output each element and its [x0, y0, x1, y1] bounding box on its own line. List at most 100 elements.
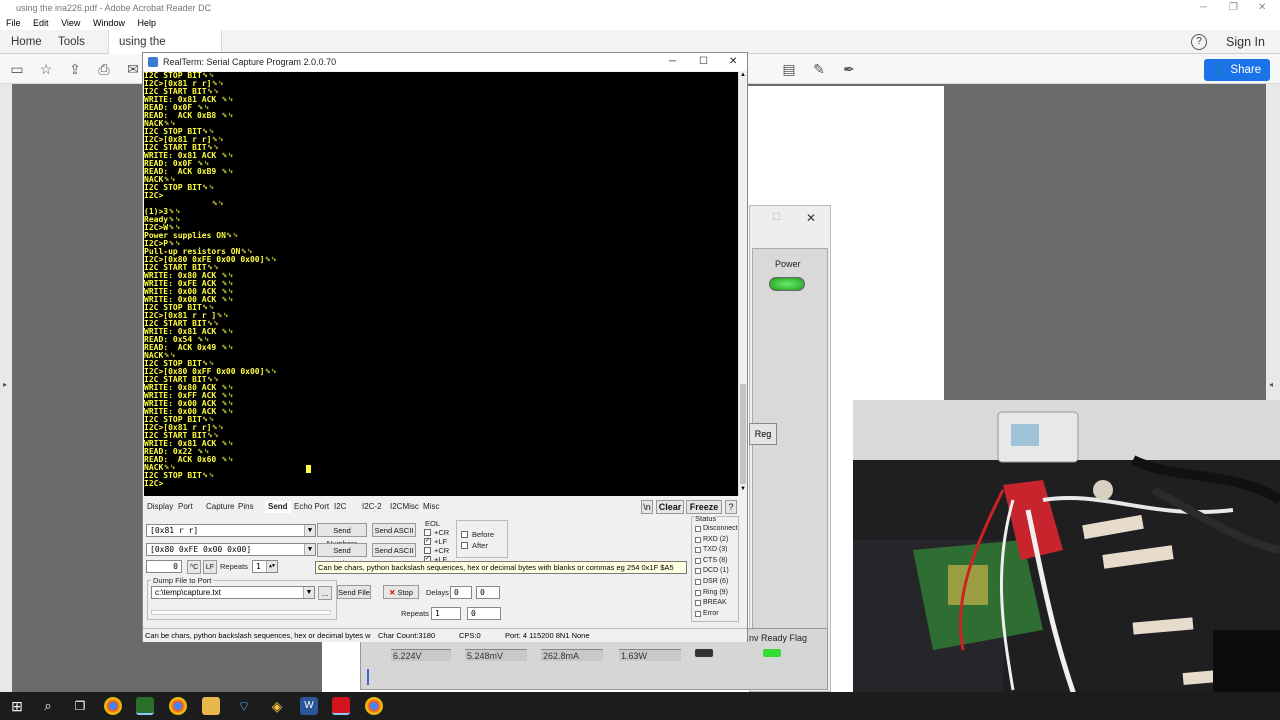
acrobat-tab-bar: Home Tools using the ina226.pdf × ? Sign… [0, 30, 1280, 72]
tab-capture[interactable]: Capture [206, 501, 234, 513]
realterm-app-icon [148, 57, 158, 67]
send-numbers-button-2[interactable]: Send Numbers [317, 543, 367, 568]
stop-button[interactable]: ✕ Stop [383, 585, 419, 599]
menu-view[interactable]: View [61, 18, 80, 28]
help-button[interactable]: ? [725, 500, 737, 514]
close-icon[interactable]: ✕ [1258, 0, 1266, 16]
number-input-value: 0 [173, 562, 178, 571]
minimize-icon[interactable]: ─ [1200, 0, 1207, 16]
restore-icon[interactable]: ❐ [1229, 0, 1238, 16]
print-icon[interactable]: ⎙ [95, 60, 113, 78]
after-checkbox[interactable] [461, 542, 468, 549]
app-icon[interactable]: ◈ [268, 697, 286, 715]
freeze-button[interactable]: Freeze [686, 500, 722, 514]
lf-checkbox-1[interactable]: ✓ [424, 538, 431, 545]
send-ascii-button-1[interactable]: Send ASCII [372, 523, 416, 537]
tab-display[interactable]: Display [147, 501, 173, 513]
chrome-icon-2[interactable] [169, 697, 187, 715]
scroll-thumb[interactable] [740, 384, 746, 484]
clear-button[interactable]: Clear [656, 500, 684, 514]
scroll-up-icon[interactable]: ▲ [740, 72, 746, 78]
bookmark-star-icon[interactable]: ☆ [37, 60, 55, 78]
terminal-line: I2C STOP BIT␍␊ [144, 127, 215, 136]
send-ascii-button-2[interactable]: Send ASCII [372, 543, 416, 557]
status-indicator [695, 600, 701, 607]
share-button[interactable]: 👤 Share [1204, 59, 1270, 81]
rt-maximize-icon[interactable]: ☐ [699, 53, 708, 71]
expand-left-icon[interactable]: ▸ [3, 380, 7, 389]
spinner-icon[interactable]: ▲▼ [266, 561, 277, 572]
terminal-output[interactable]: I2C STOP BIT␍␊ I2C>[0x81 r r]␍␊ I2C START … [144, 72, 738, 496]
email-icon[interactable]: ✉ [124, 60, 142, 78]
before-after-group [456, 520, 508, 558]
task-view-icon[interactable]: ❐ [71, 697, 89, 715]
chevron-down-icon[interactable]: ▼ [304, 544, 315, 555]
status-indicator [695, 568, 701, 575]
upload-icon[interactable]: ⇪ [66, 60, 84, 78]
tab-send[interactable]: Send [265, 501, 291, 513]
collapse-right-icon[interactable]: ◂ [1269, 380, 1273, 389]
tab-i2cmisc[interactable]: I2CMisc [390, 501, 419, 513]
chevron-down-icon[interactable]: ▼ [303, 587, 314, 598]
lf-button[interactable]: LF [203, 560, 217, 574]
menu-edit[interactable]: Edit [33, 18, 49, 28]
save-icon[interactable]: ▭ [8, 60, 26, 78]
network-icon[interactable]: ⌔ [235, 697, 253, 715]
gui-restore-icon[interactable]: ☐ [772, 212, 781, 223]
tab-echo-port[interactable]: Echo Port [294, 501, 329, 513]
send-field-1[interactable]: [0x81 r r] ▼ [146, 524, 316, 537]
left-panel-rail[interactable]: ▸ [0, 84, 12, 696]
chrome-icon-3[interactable] [365, 697, 383, 715]
tab-i2c[interactable]: I2C [334, 501, 346, 513]
delay-2-spinner[interactable]: 0 [476, 586, 500, 599]
status-item-label: Ring (9) [703, 588, 728, 596]
ctrl-c-button[interactable]: ^C [187, 560, 201, 574]
camera-photo [853, 400, 1280, 720]
tab-port[interactable]: Port [178, 501, 193, 513]
sign-in-link[interactable]: Sign In [1226, 30, 1265, 54]
file-explorer-icon[interactable] [202, 697, 220, 715]
before-checkbox[interactable] [461, 531, 468, 538]
number-input[interactable]: 0 [146, 560, 182, 573]
windows-start-icon[interactable]: ⊞ [8, 697, 26, 715]
delay-1-spinner[interactable]: 0 [450, 586, 472, 599]
tab-document[interactable]: using the ina226.pdf × [108, 30, 222, 72]
send-file-button[interactable]: Send File [337, 585, 371, 599]
rt-close-icon[interactable]: ✕ [729, 53, 737, 71]
help-icon[interactable]: ? [1191, 34, 1207, 50]
menu-window[interactable]: Window [93, 18, 125, 28]
cr-checkbox-1[interactable] [424, 529, 431, 536]
send-field-2[interactable]: [0x80 0xFE 0x00 0x00] ▼ [146, 543, 316, 556]
sign-icon[interactable]: ✒ [840, 60, 858, 78]
cr-checkbox-2[interactable] [424, 547, 431, 554]
menu-file[interactable]: File [6, 18, 21, 28]
repeats-2b-spinner[interactable]: 0 [467, 607, 501, 620]
tab-pins[interactable]: Pins [238, 501, 254, 513]
repeats-2a-spinner[interactable]: 1 [431, 607, 461, 620]
tab-tools[interactable]: Tools [58, 30, 85, 54]
scroll-down-icon[interactable]: ▼ [740, 486, 746, 492]
browse-button[interactable]: ... [318, 586, 332, 600]
menu-help[interactable]: Help [137, 18, 156, 28]
dump-file-label: Dump File to Port [151, 576, 214, 585]
realterm-taskbar-icon[interactable] [136, 697, 154, 715]
word-icon[interactable]: W [300, 697, 318, 715]
send-numbers-button-1[interactable]: Send Numbers [317, 523, 367, 548]
chevron-down-icon[interactable]: ▼ [304, 525, 315, 536]
repeats-spinner[interactable]: 1 ▲▼ [252, 560, 278, 573]
highlight-pen-icon[interactable]: ✎ [810, 60, 828, 78]
reg-button[interactable]: Reg [749, 423, 777, 445]
statusbar-cps: CPS:0 [459, 631, 481, 640]
rt-minimize-icon[interactable]: ─ [669, 53, 676, 71]
search-icon[interactable]: ⌕ [39, 697, 57, 715]
tab-home[interactable]: Home [11, 30, 42, 54]
dump-file-path[interactable]: c:\temp\capture.txt ▼ [151, 586, 315, 599]
terminal-scrollbar[interactable]: ▲ ▼ [738, 72, 747, 496]
comment-icon[interactable]: ▤ [780, 60, 798, 78]
acrobat-icon[interactable] [332, 697, 350, 715]
tab-i2c-2[interactable]: I2C-2 [362, 501, 382, 513]
gui-close-icon[interactable]: ✕ [806, 211, 816, 225]
tab-misc[interactable]: Misc [423, 501, 439, 513]
chrome-icon[interactable] [104, 697, 122, 715]
newline-button[interactable]: \n [641, 500, 653, 514]
